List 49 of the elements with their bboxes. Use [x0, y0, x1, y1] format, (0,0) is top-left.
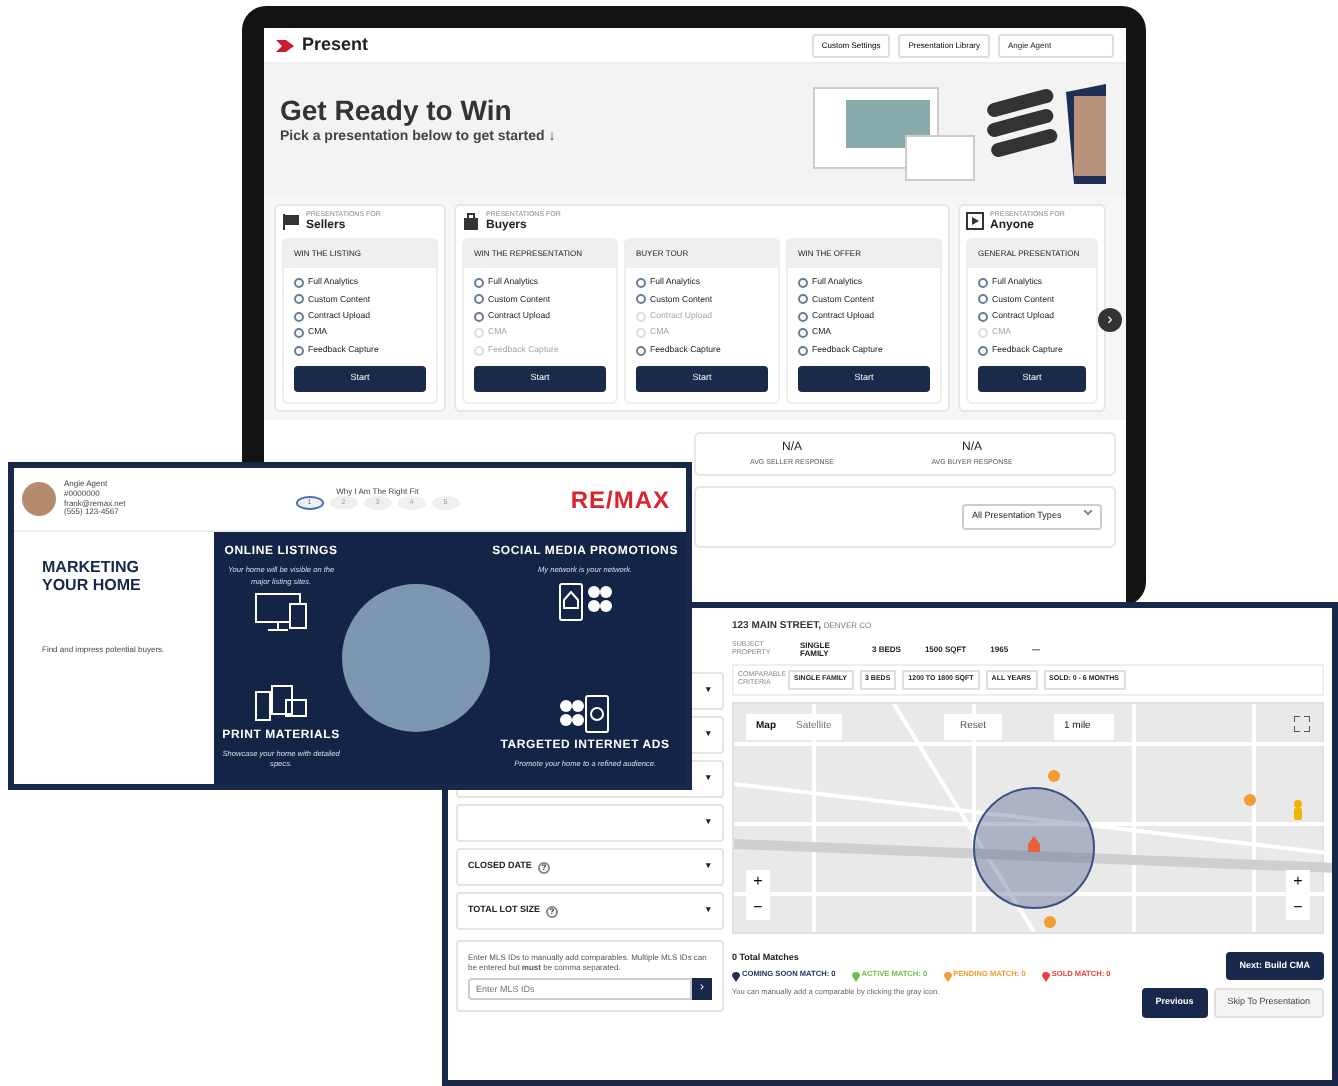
zoom-in-button[interactable]: +: [1286, 869, 1310, 894]
play-icon: [966, 212, 984, 233]
check-circle-icon: [798, 345, 808, 356]
check-circle-icon: [294, 294, 304, 305]
check-circle-icon: [474, 328, 484, 339]
check-circle-icon: [636, 277, 646, 288]
check-circle-icon: [978, 328, 988, 339]
check-circle-icon: [636, 328, 646, 339]
zoom-in-button[interactable]: +: [746, 869, 770, 894]
map-pin-icon: [1041, 971, 1050, 982]
hero-title: Get Ready to Win: [280, 96, 514, 124]
check-circle-icon: [474, 277, 484, 288]
check-circle-icon: [798, 328, 808, 339]
avatar-photo: [22, 482, 56, 516]
app-name: Present: [302, 31, 369, 58]
pegman-icon: [1292, 799, 1304, 820]
zoom-out-button[interactable]: −: [1286, 895, 1310, 920]
logo-icon: [276, 39, 294, 51]
target-phone-icon: [558, 694, 613, 735]
monitor-icon: [254, 592, 309, 633]
check-circle-icon: [636, 311, 646, 322]
check-circle-icon: [798, 311, 808, 322]
check-circle-icon: [798, 294, 808, 305]
check-circle-icon: [474, 311, 484, 322]
check-circle-icon: [978, 294, 988, 305]
fullscreen-icon: [1294, 715, 1310, 732]
check-circle-icon: [636, 294, 646, 305]
check-circle-icon: [294, 311, 304, 322]
print-materials-icon: [254, 683, 309, 724]
brand-logo: RE/MAX: [570, 483, 670, 517]
sign-icon: [282, 212, 300, 233]
chevron-icon: [1084, 510, 1092, 517]
check-circle-icon: [978, 311, 988, 322]
check-circle-icon: [294, 345, 304, 356]
check-circle-icon: [294, 277, 304, 288]
phone-icon: [558, 581, 613, 622]
check-circle-icon: [474, 345, 484, 356]
check-circle-icon: [798, 277, 808, 288]
check-circle-icon: [636, 345, 646, 356]
bag-icon: [462, 212, 480, 233]
zoom-out-button[interactable]: −: [746, 895, 770, 920]
map-pin-icon: [851, 971, 860, 982]
check-circle-icon: [978, 277, 988, 288]
map-pin-icon: [732, 971, 740, 982]
map-pin-icon: [943, 971, 952, 982]
check-circle-icon: [294, 328, 304, 339]
section-title: MARKETING YOUR HOME: [42, 560, 143, 596]
check-circle-icon: [978, 345, 988, 356]
check-circle-icon: [474, 294, 484, 305]
